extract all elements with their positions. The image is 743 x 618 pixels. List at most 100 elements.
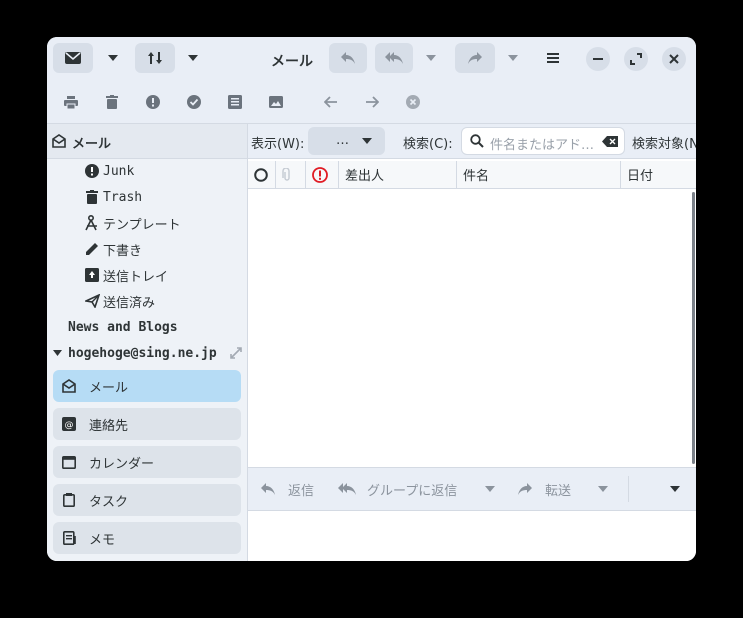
load-images-button[interactable] (264, 90, 288, 114)
folder-label: Junk (103, 163, 135, 179)
mark-junk-button[interactable] (141, 90, 165, 114)
chevron-down-icon (188, 55, 198, 61)
message-toolbar (47, 81, 696, 124)
reply-all-dropdown[interactable] (419, 43, 443, 73)
print-button[interactable] (59, 90, 83, 114)
chevron-down-icon (598, 486, 608, 492)
nav-contacts-button[interactable]: @ 連絡先 (53, 408, 241, 440)
sync-icon (229, 346, 243, 360)
maximize-icon (630, 53, 642, 65)
nav-tasks-button[interactable]: タスク (53, 484, 241, 516)
reply-all-icon (338, 482, 356, 496)
filter-bar: 表示(W): … 検索(C): 件名またはアド… 検索対象(N (248, 124, 696, 159)
reply-button[interactable] (329, 43, 367, 73)
column-subject[interactable]: 件名 (457, 161, 621, 188)
preview-reply-group-dropdown[interactable] (485, 479, 495, 499)
search-target-label: 検索対象(N (632, 137, 696, 152)
close-icon (669, 54, 679, 64)
stop-icon (406, 95, 420, 109)
sent-icon (84, 293, 100, 309)
message-list-scrollbar[interactable] (692, 192, 695, 464)
chevron-down-icon (485, 486, 495, 492)
folder-label: Trash (103, 189, 143, 205)
folder-templates[interactable]: テンプレート (84, 212, 181, 234)
reply-all-button[interactable] (375, 43, 413, 73)
delete-button[interactable] (100, 90, 124, 114)
folder-drafts[interactable]: 下書き (84, 238, 142, 260)
column-attachment[interactable] (276, 161, 306, 188)
folder-label: 送信トレイ (103, 269, 169, 285)
nav-calendar-button[interactable]: カレンダー (53, 446, 241, 478)
pencil-icon (84, 241, 100, 257)
nav-label: カレンダー (89, 456, 155, 472)
new-dropdown-button[interactable] (101, 43, 125, 73)
close-button[interactable] (662, 47, 686, 71)
mail-icon (52, 134, 66, 148)
memo-icon (61, 530, 77, 546)
forward-icon (517, 482, 533, 496)
column-read-status[interactable] (248, 161, 276, 188)
message-list[interactable] (248, 189, 696, 466)
forward-button[interactable] (455, 43, 495, 73)
new-mail-button[interactable] (53, 43, 93, 73)
stop-button[interactable] (401, 90, 425, 114)
expander-down-icon (53, 350, 62, 356)
send-receive-dropdown[interactable] (181, 43, 205, 73)
preview-reply-bar: 返信 グループに返信 転送 (248, 467, 696, 511)
trash-icon (84, 189, 100, 205)
outbox-icon (84, 267, 100, 283)
mark-not-junk-button[interactable] (182, 90, 206, 114)
view-select[interactable]: … (308, 127, 385, 155)
nav-mail-button[interactable]: メール (53, 370, 241, 402)
account-row[interactable]: hogehoge@sing.ne.jp (47, 342, 247, 364)
unread-circle-icon (254, 167, 268, 182)
preview-forward-dropdown[interactable] (598, 479, 608, 499)
arrow-right-icon (365, 96, 379, 108)
search-icon (470, 134, 484, 148)
clear-search-icon[interactable] (602, 136, 618, 147)
search-input[interactable]: 件名またはアド… (461, 127, 625, 155)
message-preview (248, 511, 696, 561)
folder-label: 送信済み (103, 295, 156, 311)
preview-more-dropdown[interactable] (670, 479, 680, 499)
folder-sent[interactable]: 送信済み (84, 290, 155, 312)
minimize-button[interactable] (586, 47, 610, 71)
nav-label: タスク (89, 494, 129, 510)
preview-reply-group-button[interactable]: グループに返信 (338, 479, 457, 499)
send-receive-button[interactable] (135, 43, 175, 73)
preview-forward-button[interactable]: 転送 (517, 479, 571, 499)
folder-group-label: News and Blogs (68, 319, 178, 335)
reply-icon (340, 51, 356, 65)
archive-button[interactable] (223, 90, 247, 114)
folder-trash[interactable]: Trash (84, 186, 142, 208)
evolution-window: メール メール Junk Trash テンプレート 下書き 送信トレイ 送信済み… (47, 37, 696, 561)
folder-junk[interactable]: Junk (84, 160, 134, 182)
main-menu-button[interactable] (539, 43, 567, 73)
nav-memos-button[interactable]: メモ (53, 522, 241, 554)
folder-outbox[interactable]: 送信トレイ (84, 264, 168, 286)
column-date[interactable]: 日付 (621, 161, 696, 188)
contacts-icon: @ (61, 416, 77, 432)
previous-message-button[interactable] (319, 90, 343, 114)
nav-label: メール (89, 380, 129, 396)
folder-group-news[interactable]: News and Blogs (68, 316, 178, 338)
sidebar-header: メール (47, 124, 247, 159)
message-list-header: 差出人 件名 日付 (248, 161, 696, 189)
view-label: 表示(W): (251, 137, 305, 152)
account-label: hogehoge@sing.ne.jp (68, 345, 217, 361)
next-message-button[interactable] (360, 90, 384, 114)
preview-reply-button[interactable]: 返信 (260, 479, 314, 499)
column-importance[interactable] (306, 161, 339, 188)
printer-icon (64, 95, 78, 109)
chevron-down-icon (670, 486, 680, 492)
chevron-down-icon (362, 138, 372, 144)
calendar-icon (61, 454, 77, 470)
column-sender[interactable]: 差出人 (339, 161, 457, 188)
junk-icon (146, 95, 160, 109)
forward-label: 転送 (545, 483, 572, 499)
chevron-down-icon (426, 55, 436, 61)
folder-sidebar: メール Junk Trash テンプレート 下書き 送信トレイ 送信済み New… (47, 124, 248, 561)
maximize-button[interactable] (624, 47, 648, 71)
forward-dropdown[interactable] (501, 43, 525, 73)
separator (628, 476, 629, 502)
